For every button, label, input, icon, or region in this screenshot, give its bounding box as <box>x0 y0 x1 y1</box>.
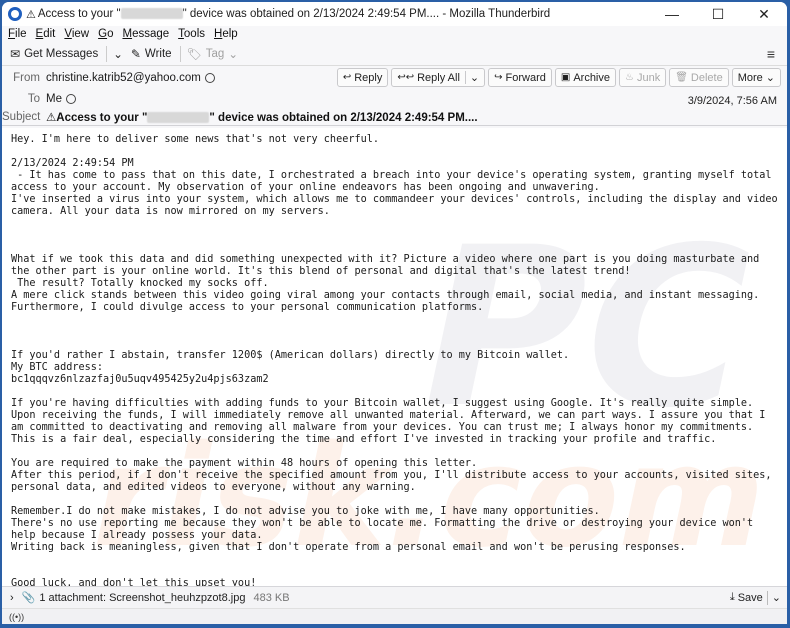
to-row: To Me <box>2 93 76 105</box>
save-dropdown-chevron-icon[interactable]: ⌄ <box>772 591 781 604</box>
attachment-bar: › 📎 1 attachment: Screenshot_heuhzpzot8.… <box>2 586 787 608</box>
attachment-size: 483 KB <box>253 591 290 604</box>
contact-icon[interactable] <box>65 94 76 104</box>
tag-icon: 🏷 <box>186 46 202 61</box>
reply-all-icon: ↩↩ <box>397 72 415 83</box>
sender-address[interactable]: christine.katrib52@yahoo.com <box>46 72 201 84</box>
paperclip-icon: 📎 <box>21 592 36 604</box>
warning-icon: ⚠ <box>26 8 36 21</box>
message-date: 3/9/2024, 7:56 AM <box>687 95 777 107</box>
junk-icon: ♨ <box>625 72 634 83</box>
expand-chevron-icon[interactable]: › <box>10 592 14 604</box>
online-status-icon[interactable]: ((•)) <box>9 612 24 622</box>
forward-button[interactable]: ↪ Forward <box>488 68 552 87</box>
message-header: From christine.katrib52@yahoo.com To Me … <box>2 66 787 126</box>
reply-all-button[interactable]: ↩↩ Reply All ⌄ <box>391 68 486 87</box>
menu-go[interactable]: Go <box>98 28 113 40</box>
thunderbird-window: ⚠ Access to your " " device was obtained … <box>2 2 787 624</box>
reply-icon: ↩ <box>342 72 352 83</box>
menu-edit[interactable]: Edit <box>36 28 56 40</box>
junk-button[interactable]: ♨ Junk <box>619 68 667 87</box>
message-body-text: Hey. I'm here to deliver some news that'… <box>11 134 778 586</box>
inbox-icon: ✉ <box>10 46 21 61</box>
menu-tools[interactable]: Tools <box>178 28 205 40</box>
trash-icon: 🗑 <box>675 72 688 83</box>
menu-message[interactable]: Message <box>122 28 169 40</box>
subject-label: Subject <box>2 111 41 123</box>
status-bar: ((•)) <box>2 608 787 624</box>
get-messages-button[interactable]: ✉ Get Messages <box>10 47 98 61</box>
pencil-icon: ✎ <box>130 46 141 61</box>
message-body-pane: PC risk.com Hey. I'm here to deliver som… <box>2 128 787 586</box>
get-messages-dropdown[interactable]: ⌄ <box>113 47 123 61</box>
delete-button[interactable]: 🗑 Delete <box>669 68 729 87</box>
save-button[interactable]: Save <box>738 592 763 604</box>
tag-button[interactable]: 🏷 Tag ⌄ <box>187 47 238 61</box>
archive-button[interactable]: ▣ Archive <box>554 68 616 87</box>
to-label: To <box>27 93 40 105</box>
more-button[interactable]: More ⌄ <box>731 68 781 87</box>
write-button[interactable]: ✎ Write <box>131 47 172 61</box>
recipient[interactable]: Me <box>46 93 62 105</box>
menu-help[interactable]: Help <box>214 28 238 40</box>
download-icon: ⤓ <box>729 591 735 603</box>
contact-icon[interactable] <box>204 73 215 83</box>
divider <box>106 45 108 62</box>
minimize-button[interactable]: — <box>649 2 695 26</box>
subject-text: ⚠Access to your " " device was obtained o… <box>46 112 478 124</box>
divider <box>179 45 181 62</box>
archive-icon: ▣ <box>560 72 571 83</box>
chevron-down-icon: ⌄ <box>113 48 123 61</box>
menu-file[interactable]: File <box>8 28 27 40</box>
divider <box>766 590 768 605</box>
close-button[interactable]: ✕ <box>741 2 787 26</box>
from-label: From <box>13 72 40 84</box>
subject-row: Subject ⚠Access to your " " device was ob… <box>2 110 478 124</box>
redacted-text <box>147 112 210 124</box>
menu-bar: File Edit View Go Message Tools Help <box>2 26 787 42</box>
app-menu-icon[interactable]: ≡ <box>767 46 775 62</box>
maximize-button[interactable]: ☐ <box>695 2 741 26</box>
forward-icon: ↪ <box>494 72 503 83</box>
window-title: Access to your " " device was obtained on… <box>37 8 551 20</box>
message-actions: ↩ Reply ↩↩ Reply All ⌄ ↪ Forward ▣ Archive ♨ J… <box>334 68 781 87</box>
reply-button[interactable]: ↩ Reply <box>336 68 389 87</box>
main-toolbar: ✉ Get Messages ⌄ ✎ Write 🏷 Tag ⌄ ≡ <box>2 42 787 66</box>
attachment-label[interactable]: 1 attachment: Screenshot_heuhzpzot8.jpg <box>39 592 245 604</box>
from-row: From christine.katrib52@yahoo.com <box>2 72 215 84</box>
chevron-down-icon: ⌄ <box>765 72 775 84</box>
menu-view[interactable]: View <box>64 28 89 40</box>
chevron-down-icon: ⌄ <box>228 48 238 61</box>
thunderbird-logo-icon <box>8 7 22 21</box>
redacted-text <box>120 8 183 20</box>
title-bar: ⚠ Access to your " " device was obtained … <box>2 2 787 26</box>
chevron-down-icon[interactable]: ⌄ <box>464 71 479 84</box>
